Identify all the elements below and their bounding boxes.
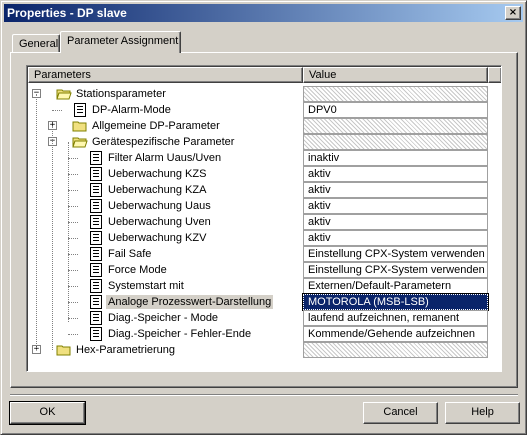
tab-general[interactable]: General <box>12 34 60 52</box>
table-row[interactable]: Ueberwachung Uaus aktiv <box>28 198 501 214</box>
parameter-icon <box>88 167 104 181</box>
parameter-label: DP-Alarm-Mode <box>92 104 171 116</box>
folder-open-icon <box>56 87 72 101</box>
table-row[interactable]: Filter Alarm Uaus/Uven inaktiv <box>28 150 501 166</box>
value-cell[interactable]: laufend aufzeichnen, remanent <box>303 310 488 326</box>
value-cell[interactable]: aktiv <box>303 230 488 246</box>
table-row[interactable]: − Gerätespezifische Parameter <box>28 134 501 150</box>
parameter-grid: Parameters Value − Stationsparameter DP-Al… <box>26 65 502 372</box>
parameter-icon <box>88 151 104 165</box>
table-row[interactable]: − Stationsparameter <box>28 86 501 102</box>
table-row[interactable]: DP-Alarm-Mode DPV0 <box>28 102 501 118</box>
parameter-label: Ueberwachung KZS <box>108 168 207 180</box>
tree-connector <box>68 206 78 207</box>
window-title: Properties - DP slave <box>7 6 127 20</box>
table-row[interactable]: Diag.-Speicher - Mode laufend aufzeichnen… <box>28 310 501 326</box>
tree-guide-line <box>52 126 53 350</box>
tree-connector <box>68 222 78 223</box>
value-cell-disabled <box>303 118 488 134</box>
table-row[interactable]: Ueberwachung KZV aktiv <box>28 230 501 246</box>
value-cell[interactable]: Einstellung CPX-System verwenden <box>303 262 488 278</box>
value-cell[interactable]: Kommende/Gehende aufzeichnen <box>303 326 488 342</box>
column-header-filler <box>488 67 501 83</box>
parameter-label: Fail Safe <box>108 248 152 260</box>
parameter-label: Stationsparameter <box>76 88 166 100</box>
folder-open-icon <box>72 135 88 149</box>
help-button[interactable]: Help <box>445 402 520 424</box>
cancel-button[interactable]: Cancel <box>363 402 438 424</box>
tree-connector <box>68 286 78 287</box>
table-row[interactable]: Systemstart mit Externen/Default-Paramete… <box>28 278 501 294</box>
parameter-icon <box>88 183 104 197</box>
parameter-label: Ueberwachung KZV <box>108 232 207 244</box>
value-cell[interactable]: aktiv <box>303 182 488 198</box>
parameter-label: Force Mode <box>108 264 167 276</box>
close-button[interactable]: × <box>505 6 521 20</box>
tree-connector <box>68 174 78 175</box>
table-row[interactable]: + Allgemeine DP-Parameter <box>28 118 501 134</box>
parameter-icon <box>72 103 88 117</box>
parameter-label: Systemstart mit <box>108 280 184 292</box>
parameter-label: Analoge Prozesswert-Darstellung <box>106 295 274 309</box>
button-separator <box>10 394 518 396</box>
tree-connector <box>68 158 78 159</box>
column-header-value[interactable]: Value <box>303 67 488 83</box>
value-cell[interactable]: aktiv <box>303 166 488 182</box>
value-cell-disabled <box>303 86 488 102</box>
value-cell[interactable]: MOTOROLA (MSB-LSB) <box>303 294 488 310</box>
value-cell[interactable]: aktiv <box>303 214 488 230</box>
parameter-icon <box>88 279 104 293</box>
table-row[interactable]: Fail Safe Einstellung CPX-System verwende… <box>28 246 501 262</box>
parameter-label: Filter Alarm Uaus/Uven <box>108 152 222 164</box>
tab-parameter-assignment[interactable]: Parameter Assignment <box>60 31 181 53</box>
table-row[interactable]: Diag.-Speicher - Fehler-Ende Kommende/Geh… <box>28 326 501 342</box>
value-cell-disabled <box>303 134 488 150</box>
tree-guide-line <box>36 94 37 350</box>
table-row[interactable]: Force Mode Einstellung CPX-System verwend… <box>28 262 501 278</box>
table-row[interactable]: Ueberwachung KZA aktiv <box>28 182 501 198</box>
parameter-icon <box>88 215 104 229</box>
parameter-icon <box>88 263 104 277</box>
properties-dialog: Properties - DP slave × General Paramete… <box>0 0 527 435</box>
tree-connector <box>68 334 78 335</box>
parameter-icon <box>88 327 104 341</box>
parameter-label: Allgemeine DP-Parameter <box>92 120 220 132</box>
value-cell[interactable]: Einstellung CPX-System verwenden <box>303 246 488 262</box>
tree-connector <box>68 190 78 191</box>
parameter-icon <box>88 247 104 261</box>
parameter-icon <box>88 231 104 245</box>
value-cell[interactable]: aktiv <box>303 198 488 214</box>
tree-connector <box>68 238 78 239</box>
tree-connector <box>52 110 62 111</box>
value-cell[interactable]: Externen/Default-Parametern <box>303 278 488 294</box>
table-row[interactable]: Ueberwachung Uven aktiv <box>28 214 501 230</box>
parameter-label: Ueberwachung Uaus <box>108 200 211 212</box>
parameter-label: Ueberwachung Uven <box>108 216 211 228</box>
table-row[interactable]: Ueberwachung KZS aktiv <box>28 166 501 182</box>
parameter-icon <box>88 295 104 309</box>
parameter-label: Gerätespezifische Parameter <box>92 136 235 148</box>
ok-button[interactable]: OK <box>9 401 86 425</box>
value-cell[interactable]: DPV0 <box>303 102 488 118</box>
folder-icon <box>56 343 72 357</box>
folder-icon <box>72 119 88 133</box>
title-bar[interactable]: Properties - DP slave × <box>4 4 523 22</box>
parameter-icon <box>88 199 104 213</box>
parameter-label: Diag.-Speicher - Fehler-Ende <box>108 328 252 340</box>
parameter-label: Ueberwachung KZA <box>108 184 207 196</box>
tree-connector <box>68 302 78 303</box>
table-row[interactable]: + Hex-Parametrierung <box>28 342 501 358</box>
tree-connector <box>68 318 78 319</box>
tree-connector <box>68 254 78 255</box>
close-icon: × <box>508 7 518 18</box>
value-cell[interactable]: inaktiv <box>303 150 488 166</box>
tree-guide-line <box>68 142 69 322</box>
value-cell-disabled <box>303 342 488 358</box>
tree-connector <box>68 270 78 271</box>
parameter-icon <box>88 311 104 325</box>
parameter-label: Hex-Parametrierung <box>76 344 176 356</box>
column-header-parameters[interactable]: Parameters <box>28 67 303 83</box>
table-row[interactable]: Analoge Prozesswert-Darstellung MOTOROLA … <box>28 294 501 310</box>
parameter-label: Diag.-Speicher - Mode <box>108 312 219 324</box>
